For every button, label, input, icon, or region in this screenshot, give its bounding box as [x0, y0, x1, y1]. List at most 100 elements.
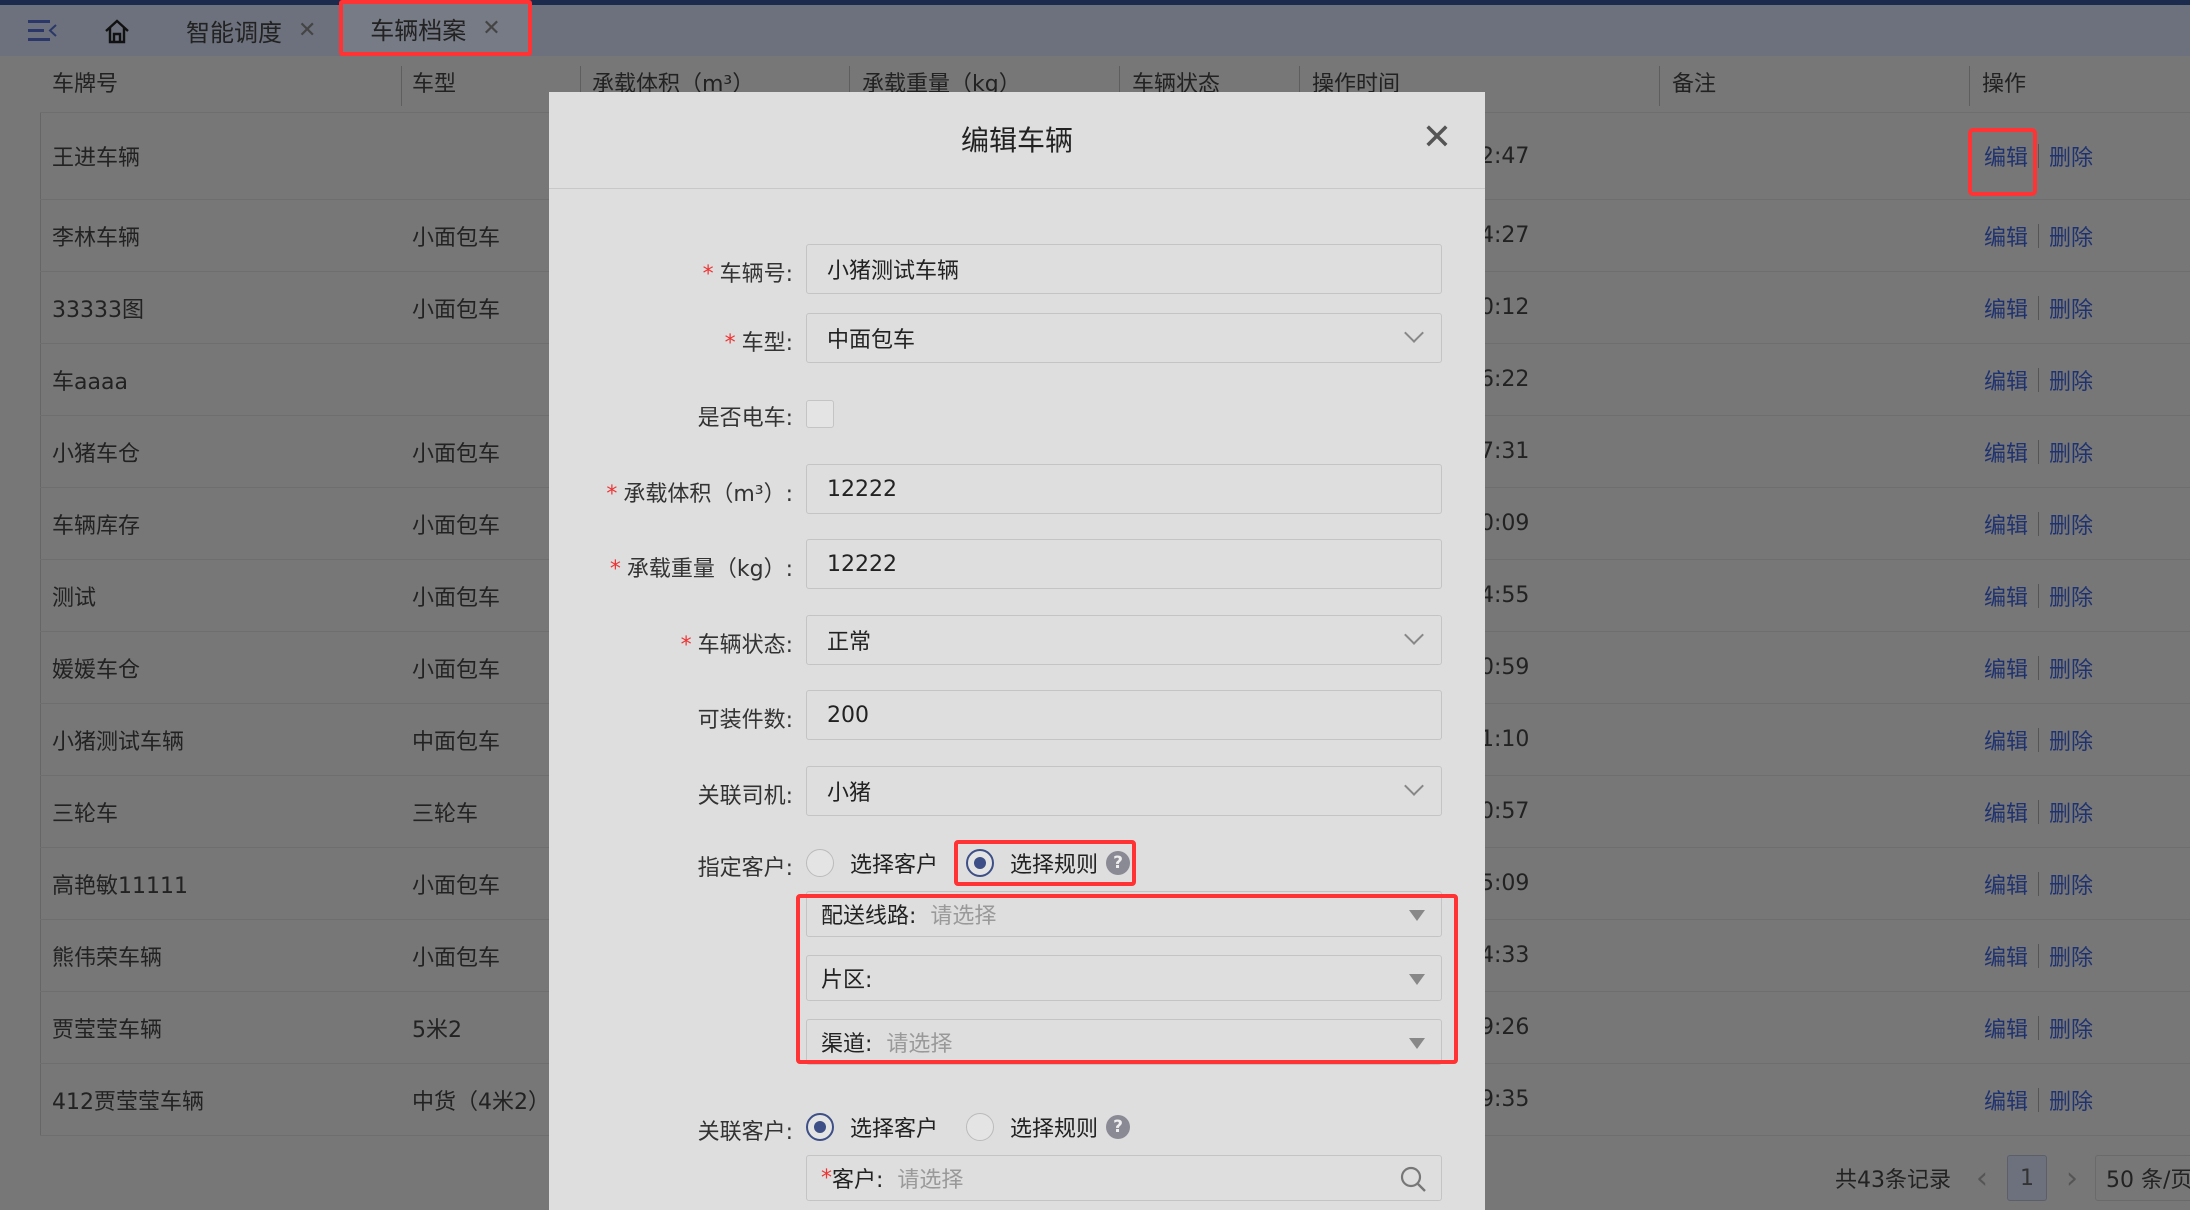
delete-link[interactable]: 删除 — [2049, 868, 2093, 900]
cell-actions: 编辑 删除 — [1984, 776, 2093, 847]
cell-actions: 编辑 删除 — [1984, 920, 2093, 991]
tab-label: 车辆档案 — [370, 16, 467, 45]
field-pieces: 可装件数: 200 — [549, 690, 1485, 740]
close-icon[interactable]: ✕ — [482, 16, 500, 41]
delete-link[interactable]: 删除 — [2049, 1012, 2093, 1044]
cell-plate: 车aaaa — [52, 369, 128, 395]
home-icon[interactable] — [103, 5, 131, 56]
tab-vehicle-archive[interactable]: 车辆档案 ✕ — [339, 0, 532, 56]
edit-link[interactable]: 编辑 — [1984, 940, 2028, 972]
delete-link[interactable]: 删除 — [2049, 292, 2093, 324]
delete-link[interactable]: 删除 — [2049, 724, 2093, 756]
cell-type: 中货（4米2） — [412, 1089, 550, 1115]
cell-actions: 编辑 删除 — [1984, 560, 2093, 631]
cell-type: 小面包车 — [412, 657, 501, 683]
edit-link[interactable]: 编辑 — [1984, 364, 2028, 396]
volume-input[interactable]: 12222 — [806, 464, 1442, 514]
delete-link[interactable]: 删除 — [2049, 220, 2093, 252]
status-select[interactable]: 正常 — [806, 615, 1442, 665]
divider — [2038, 511, 2040, 536]
divider — [2038, 223, 2040, 248]
customer-search-input[interactable]: * 客户: 请选择 — [806, 1155, 1442, 1201]
input-placeholder: 请选择 — [897, 1168, 964, 1193]
delete-link[interactable]: 删除 — [2049, 796, 2093, 828]
help-icon[interactable]: ? — [1106, 1115, 1131, 1139]
type-select[interactable]: 中面包车 — [806, 313, 1442, 363]
assign-select-customer-radio[interactable]: 选择客户 — [806, 847, 938, 879]
plate-input[interactable]: 小猪测试车辆 — [806, 244, 1442, 294]
cell-plate: 车辆库存 — [52, 513, 141, 539]
prev-page-button[interactable]: ‹ — [1976, 1155, 1988, 1201]
edit-link[interactable]: 编辑 — [1984, 292, 2028, 324]
cell-time: 6:22 — [1480, 367, 1530, 392]
search-icon[interactable] — [1399, 1165, 1427, 1193]
cell-type: 小面包车 — [412, 441, 501, 467]
field-label: 车辆状态: — [697, 633, 793, 658]
driver-select[interactable]: 小猪 — [806, 766, 1442, 816]
divider — [2038, 439, 2040, 464]
edit-link[interactable]: 编辑 — [1984, 724, 2028, 756]
edit-link[interactable]: 编辑 — [1984, 796, 2028, 828]
cell-time: 0:09 — [1480, 511, 1530, 536]
cell-time: 7:31 — [1480, 439, 1530, 464]
radio-icon — [966, 1113, 995, 1141]
divider — [2038, 295, 2040, 320]
cell-type: 中面包车 — [412, 729, 501, 755]
cell-plate: 王进车辆 — [52, 146, 141, 171]
divider — [2038, 144, 2040, 168]
edit-link[interactable]: 编辑 — [1984, 1012, 2028, 1044]
cell-time: 5:09 — [1480, 871, 1530, 896]
radio-checked-icon — [806, 1113, 834, 1141]
electric-checkbox[interactable] — [806, 400, 834, 428]
delete-link[interactable]: 删除 — [2049, 436, 2093, 468]
edit-link[interactable]: 编辑 — [1984, 1084, 2028, 1116]
delete-link[interactable]: 删除 — [2049, 652, 2093, 684]
divider — [2038, 871, 2040, 896]
delete-link[interactable]: 删除 — [2049, 364, 2093, 396]
input-label: 客户: — [832, 1168, 884, 1193]
cell-plate: 贾莹莹车辆 — [52, 1017, 163, 1043]
cell-time: 4:33 — [1480, 943, 1530, 968]
delete-link[interactable]: 删除 — [2049, 140, 2093, 172]
chevron-down-icon — [1404, 625, 1424, 645]
edit-link[interactable]: 编辑 — [1984, 508, 2028, 540]
edit-link[interactable]: 编辑 — [1984, 436, 2028, 468]
field-label: 承载体积（m³）: — [623, 482, 793, 507]
menu-fold-icon[interactable] — [28, 5, 58, 56]
cell-type: 小面包车 — [412, 225, 501, 251]
column-divider — [1659, 66, 1660, 106]
field-label: 关联客户: — [697, 1120, 793, 1145]
page-size-select[interactable]: 50 条/页 — [2095, 1155, 2190, 1201]
pieces-input[interactable]: 200 — [806, 690, 1442, 740]
weight-input[interactable]: 12222 — [806, 539, 1442, 589]
delete-link[interactable]: 删除 — [2049, 1084, 2093, 1116]
close-icon[interactable]: ✕ — [1417, 118, 1457, 158]
column-actions: 操作 — [1982, 72, 2027, 97]
edit-link[interactable]: 编辑 — [1984, 868, 2028, 900]
cell-actions: 编辑 删除 — [1984, 272, 2093, 343]
field-label: 关联司机: — [697, 784, 793, 809]
next-page-button[interactable]: › — [2066, 1155, 2078, 1201]
cell-plate: 三轮车 — [52, 801, 119, 827]
link-select-customer-radio[interactable]: 选择客户 — [806, 1111, 938, 1143]
edit-link[interactable]: 编辑 — [1984, 580, 2028, 612]
divider — [2038, 799, 2040, 824]
link-select-rule-radio[interactable]: 选择规则? — [966, 1111, 1131, 1143]
delete-link[interactable]: 删除 — [2049, 508, 2093, 540]
delete-link[interactable]: 删除 — [2049, 580, 2093, 612]
cell-time: 0:57 — [1480, 799, 1530, 824]
close-icon[interactable]: ✕ — [298, 18, 316, 43]
field-link-customer: 关联客户: 选择客户 选择规则? — [549, 1104, 1485, 1150]
column-type[interactable]: 车型 — [412, 56, 456, 113]
cell-actions: 编辑 删除 — [1984, 488, 2093, 559]
radio-label: 选择客户 — [850, 1117, 939, 1142]
select-value: 中面包车 — [827, 328, 916, 353]
column-plate[interactable]: 车牌号 — [52, 56, 118, 113]
column-remark[interactable]: 备注 — [1672, 56, 1716, 113]
delete-link[interactable]: 删除 — [2049, 940, 2093, 972]
cell-plate: 熊伟荣车辆 — [52, 945, 163, 971]
edit-link[interactable]: 编辑 — [1984, 220, 2028, 252]
tab-smart-dispatch[interactable]: 智能调度 ✕ — [186, 5, 316, 56]
edit-link[interactable]: 编辑 — [1984, 652, 2028, 684]
page-1-button[interactable]: 1 — [2007, 1155, 2047, 1201]
